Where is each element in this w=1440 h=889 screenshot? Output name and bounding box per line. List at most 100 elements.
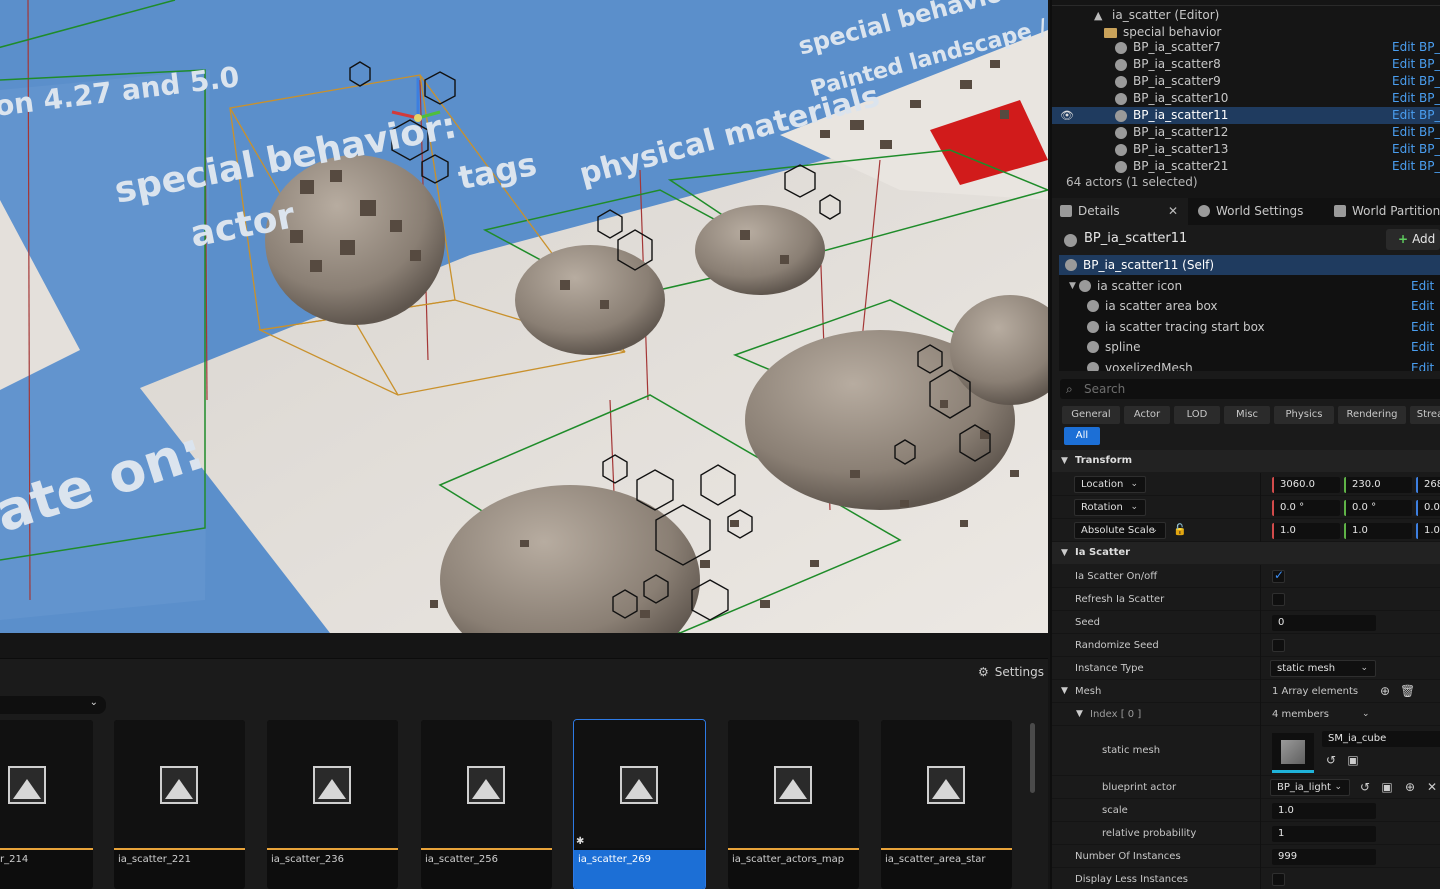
filter-lod-button[interactable]: LOD [1174,406,1220,424]
column-splitter[interactable] [1260,496,1261,519]
location-mode-dropdown[interactable]: Location ⌄ [1074,476,1146,493]
use-selected-icon[interactable]: ↺ [1358,780,1372,794]
filter-misc-button[interactable]: Misc [1224,406,1270,424]
filter-all-button[interactable]: All [1064,427,1100,445]
location-y-field[interactable]: 230.0 [1344,477,1412,493]
edit-component-link[interactable]: Edit [1411,317,1434,337]
asset-tile[interactable]: ia_scatter_236 [267,720,398,889]
scatter-onoff-checkbox[interactable] [1272,568,1285,583]
scale-mode-dropdown[interactable]: Absolute Scale ⌄ [1074,522,1166,539]
edit-blueprint-link[interactable]: Edit BP_ia [1392,141,1440,158]
refresh-checkbox[interactable] [1272,593,1285,606]
rotation-z-field[interactable]: 0.0 ° [1416,500,1440,516]
section-ia-scatter[interactable]: ▼ Ia Scatter [1052,542,1440,564]
edit-component-link[interactable]: Edit [1411,358,1434,372]
lock-icon[interactable]: 🔓 [1173,523,1187,536]
component-row[interactable]: ia scatter tracing start box Edit [1059,317,1440,337]
add-icon[interactable]: ⊕ [1403,780,1417,794]
settings-button[interactable]: ⚙ Settings [978,665,1044,679]
browse-back-icon[interactable]: ↺ [1324,753,1338,767]
scale-y-field[interactable]: 1.0 [1344,523,1412,539]
collapse-arrow-icon[interactable]: ▼ [1061,680,1068,703]
path-dropdown[interactable]: ⌄ [0,696,106,714]
outliner-row[interactable]: BP_ia_scatter10 Edit BP_ia [1052,90,1440,107]
edit-component-link[interactable]: Edit [1411,337,1434,357]
collapse-arrow-icon[interactable]: ▼ [1069,276,1076,296]
column-splitter[interactable] [1260,588,1261,611]
probability-field[interactable]: 1 [1272,826,1376,842]
column-splitter[interactable] [1260,799,1261,822]
asset-tile[interactable]: r_214 [0,720,93,889]
location-x-field[interactable]: 3060.0 [1272,477,1340,493]
seed-field[interactable]: 0 [1272,615,1376,631]
tab-world-partition[interactable]: World Partition [1334,198,1440,225]
outliner-row[interactable]: BP_ia_scatter9 Edit BP_ia [1052,73,1440,90]
column-splitter[interactable] [1260,519,1261,542]
component-row[interactable]: ia scatter area box Edit [1059,296,1440,316]
column-splitter[interactable] [1260,657,1261,680]
filter-strea-button[interactable]: Strea [1410,406,1440,424]
column-splitter[interactable] [1260,634,1261,657]
column-splitter[interactable] [1260,868,1261,889]
edit-blueprint-link[interactable]: Edit BP_ia [1392,56,1440,73]
outliner-row[interactable]: BP_ia_scatter12 Edit BP_ia [1052,124,1440,141]
outliner-row[interactable]: BP_ia_scatter8 Edit BP_ia [1052,56,1440,73]
member-scale-field[interactable]: 1.0 [1272,803,1376,819]
outliner-row[interactable]: BP_ia_scatter21 Edit BP_ia [1052,158,1440,175]
clear-icon[interactable]: ✕ [1425,780,1439,794]
rotation-mode-dropdown[interactable]: Rotation ⌄ [1074,499,1146,516]
filter-physics-button[interactable]: Physics [1274,406,1334,424]
column-splitter[interactable] [1260,565,1261,588]
collapse-arrow-icon[interactable]: ▼ [1076,703,1083,726]
component-row[interactable]: ▼ ia scatter icon Edit [1059,276,1440,296]
column-splitter[interactable] [1260,726,1261,776]
num-instances-field[interactable]: 999 [1272,849,1376,865]
asset-tile[interactable]: ia_scatter_221 [114,720,245,889]
component-self-row[interactable]: BP_ia_scatter11 (Self) [1059,255,1440,275]
edit-blueprint-link[interactable]: Edit BP_ia [1392,124,1440,141]
edit-blueprint-link[interactable]: Edit BP_ia [1392,107,1440,124]
outliner-level-row[interactable]: ▲ ia_scatter (Editor) [1052,7,1440,24]
instance-type-dropdown[interactable]: static mesh ⌄ [1270,660,1376,677]
trash-icon[interactable]: 🗑 [1400,684,1415,698]
outliner-row[interactable]: BP_ia_scatter13 Edit BP_ia [1052,141,1440,158]
column-splitter[interactable] [1260,822,1261,845]
column-splitter[interactable] [1260,473,1261,496]
asset-tile[interactable]: ia_scatter_area_star [881,720,1012,889]
component-row[interactable]: voxelizedMesh Edit [1059,358,1440,372]
close-icon[interactable]: ✕ [1168,198,1178,225]
asset-tile[interactable]: ia_scatter_256 [421,720,552,889]
add-element-icon[interactable]: ⊕ [1378,684,1392,698]
column-splitter[interactable] [1260,776,1261,799]
column-splitter[interactable] [1260,611,1261,634]
section-transform[interactable]: ▼ Transform [1052,450,1440,472]
content-scrollbar[interactable] [1030,723,1035,793]
blueprint-actor-dropdown[interactable]: BP_ia_light ⌄ [1270,779,1350,796]
column-splitter[interactable] [1260,845,1261,868]
randomize-checkbox[interactable] [1272,639,1285,652]
edit-blueprint-link[interactable]: Edit BP_ia [1392,39,1440,56]
edit-component-link[interactable]: Edit [1411,276,1434,296]
details-search-input[interactable]: ⌕ Search [1060,379,1440,399]
outliner-row[interactable]: BP_ia_scatter7 Edit BP_ia [1052,39,1440,56]
browse-folder-icon[interactable]: ▣ [1380,780,1394,794]
add-component-button[interactable]: + Add [1386,229,1440,250]
rotation-y-field[interactable]: 0.0 ° [1344,500,1412,516]
location-z-field[interactable]: 2689 [1416,477,1440,493]
edit-blueprint-link[interactable]: Edit BP_ia [1392,158,1440,175]
tab-details[interactable]: Details ✕ [1052,198,1188,225]
outliner-row[interactable]: 👁 BP_ia_scatter11 Edit BP_ia [1052,107,1440,124]
edit-component-link[interactable]: Edit [1411,296,1434,316]
static-mesh-picker[interactable]: SM_ia_cube [1322,731,1440,747]
scale-z-field[interactable]: 1.0 [1416,523,1440,539]
browse-folder-icon[interactable]: ▣ [1346,753,1360,767]
filter-actor-button[interactable]: Actor [1124,406,1170,424]
tab-world-settings[interactable]: World Settings [1196,198,1326,225]
component-row[interactable]: spline Edit [1059,337,1440,357]
column-splitter[interactable] [1260,680,1261,703]
asset-tile[interactable]: ✱ ia_scatter_269 [573,719,706,889]
chevron-down-icon[interactable]: ⌄ [1362,703,1370,726]
static-mesh-thumbnail[interactable] [1272,733,1314,773]
edit-blueprint-link[interactable]: Edit BP_ia [1392,73,1440,90]
display-less-checkbox[interactable] [1272,873,1285,886]
